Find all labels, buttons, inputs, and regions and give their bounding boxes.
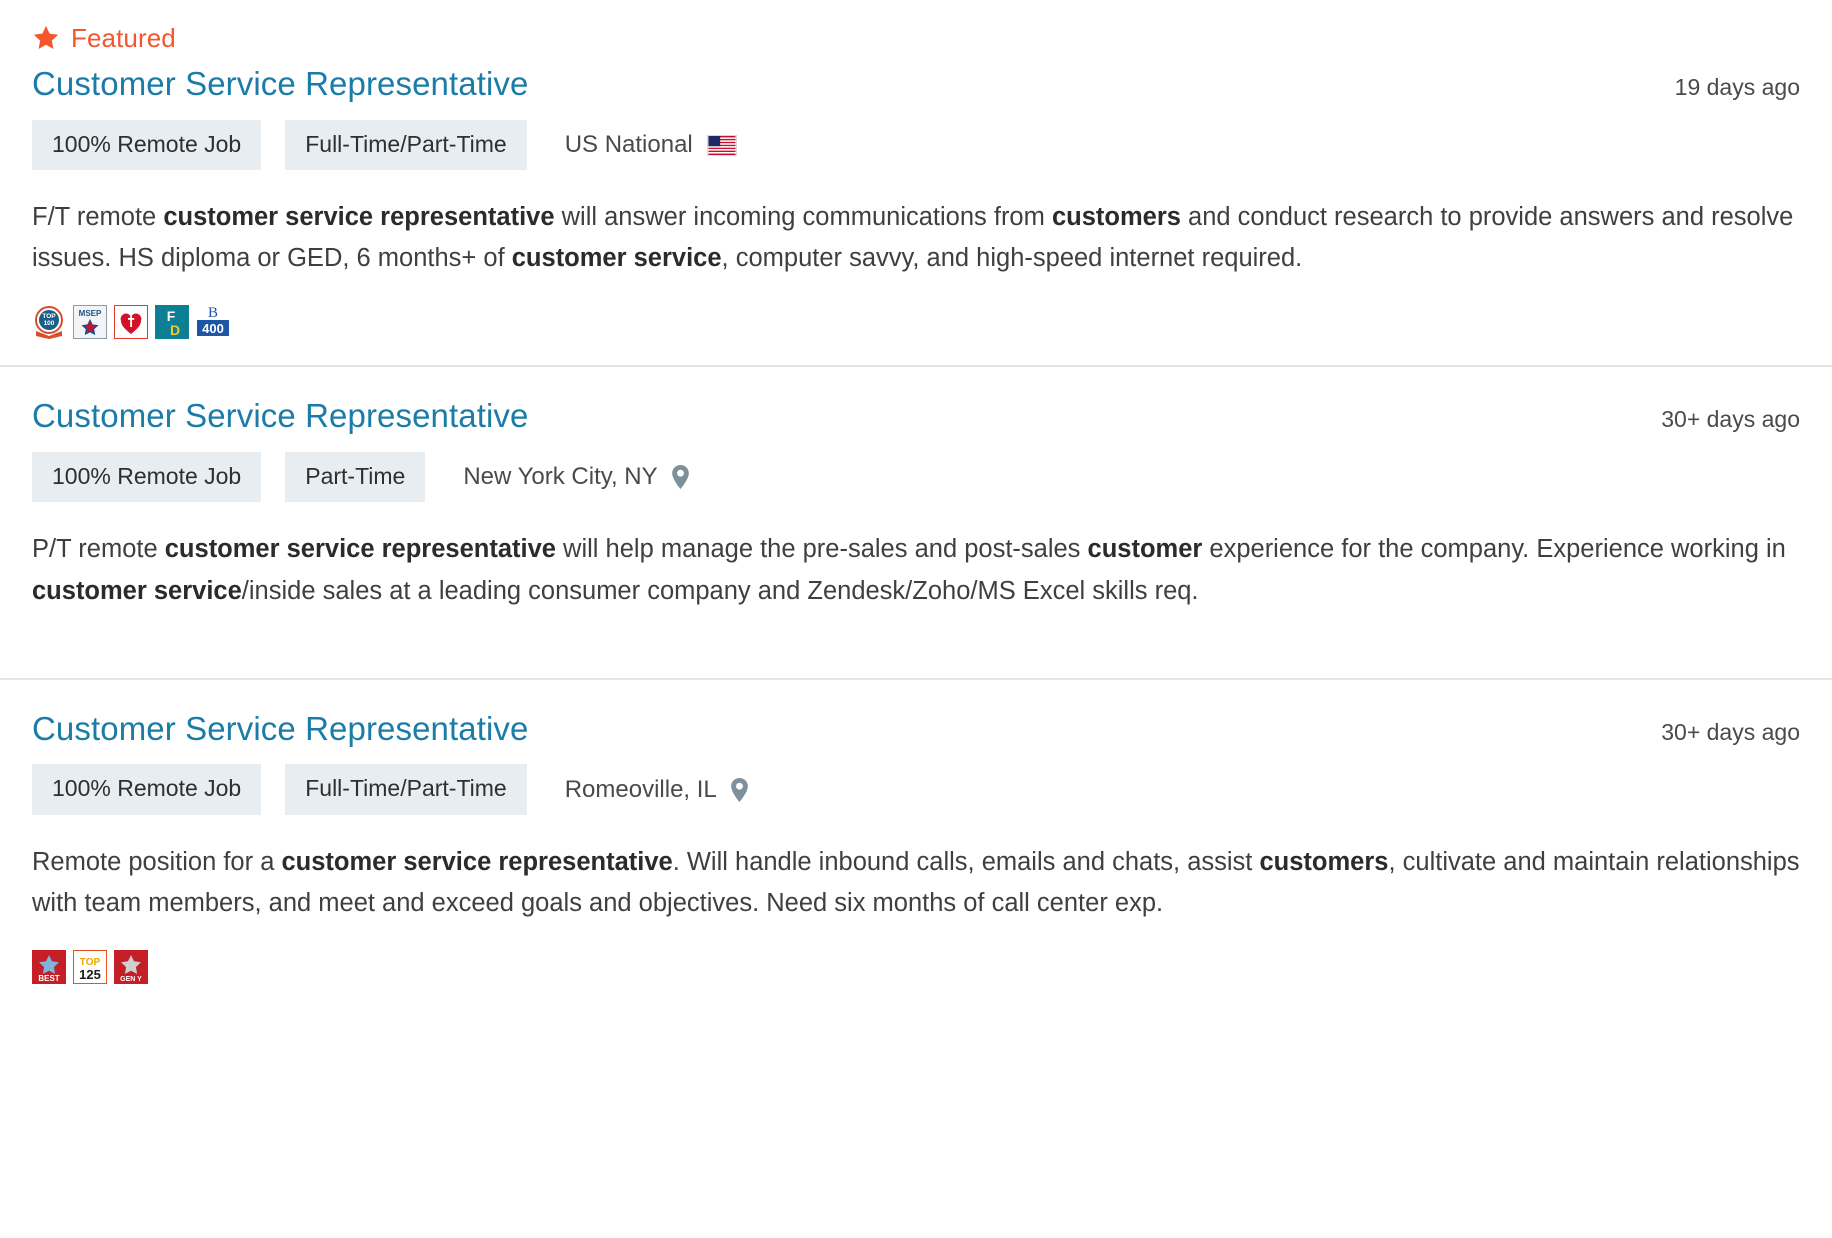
posted-date: 30+ days ago xyxy=(1661,718,1800,745)
job-tag[interactable]: Full-Time/Part-Time xyxy=(285,119,527,171)
svg-text:MSEP: MSEP xyxy=(79,309,102,318)
job-description-keyword: customer service representative xyxy=(281,847,673,876)
job-description-text: F/T remote xyxy=(32,203,164,232)
job-meta-row: 100% Remote Job Full-Time/Part-Time Romeov… xyxy=(32,764,1800,815)
award-badges-row: BEST TOP 125 GEN Y xyxy=(32,949,1800,1010)
job-tag[interactable]: Part-Time xyxy=(285,452,426,503)
job-tag[interactable]: Full-Time/Part-Time xyxy=(285,764,527,815)
job-title-link[interactable]: Customer Service Representative xyxy=(32,395,528,438)
job-location-label: US National xyxy=(564,131,693,159)
us-flag-icon xyxy=(706,134,737,156)
job-location-label: New York City, NY xyxy=(463,463,658,491)
job-description-text: . Will handle inbound calls, emails and … xyxy=(672,847,1260,876)
best-badge[interactable]: BEST xyxy=(32,949,66,984)
job-listing-card: Customer Service Representative 30+ days … xyxy=(0,679,1832,1010)
posted-date: 19 days ago xyxy=(1674,74,1800,100)
job-description-keyword: customer service representative xyxy=(163,203,555,232)
job-description-keyword: customers xyxy=(1259,847,1389,876)
job-description-keyword: customer service representative xyxy=(164,535,556,564)
job-location-label: Romeoville, IL xyxy=(564,775,717,803)
job-title-link[interactable]: Customer Service Representative xyxy=(32,63,528,106)
job-title-row: Customer Service Representative 30+ days … xyxy=(32,708,1800,751)
job-description-text: /inside sales at a leading consumer comp… xyxy=(241,576,1199,605)
job-meta-row: 100% Remote Job Full-Time/Part-Time US Nat… xyxy=(32,119,1800,171)
fortune-diversity-badge[interactable]: FD xyxy=(155,305,189,340)
svg-text:100: 100 xyxy=(44,320,55,327)
job-tag[interactable]: 100% Remote Job xyxy=(32,119,262,171)
svg-text:GEN Y: GEN Y xyxy=(120,976,142,983)
svg-text:125: 125 xyxy=(79,967,101,982)
svg-text:BEST: BEST xyxy=(38,974,59,983)
job-listing-card: Featured Customer Service Representative 1… xyxy=(0,0,1832,366)
job-description-text: P/T remote xyxy=(32,535,165,564)
job-description: P/T remote customer service representati… xyxy=(32,529,1800,652)
svg-text:D: D xyxy=(170,322,180,338)
job-listing-card: Customer Service Representative 30+ days … xyxy=(0,367,1832,653)
svg-text:400: 400 xyxy=(202,321,224,336)
top-125-badge[interactable]: TOP125 xyxy=(73,949,107,984)
job-description-text: , computer savvy, and high-speed interne… xyxy=(721,244,1303,273)
featured-banner: Featured xyxy=(32,22,1800,54)
job-description: Remote position for a customer service r… xyxy=(32,842,1800,925)
job-title-row: Customer Service Representative 19 days a… xyxy=(32,63,1800,106)
map-pin-icon xyxy=(671,465,689,490)
svg-text:TOP: TOP xyxy=(42,313,56,320)
job-results-list: Featured Customer Service Representative 1… xyxy=(0,0,1832,1010)
job-location: US National xyxy=(565,131,737,159)
job-description-keyword: customer xyxy=(1087,535,1203,564)
featured-label: Featured xyxy=(71,23,176,53)
american-heart-association-badge[interactable] xyxy=(114,305,148,340)
job-title-row: Customer Service Representative 30+ days … xyxy=(32,395,1800,438)
top-100-badge[interactable]: TOP100 xyxy=(32,305,66,340)
job-description-keyword: customer service xyxy=(32,576,242,605)
gen-y-badge[interactable]: GEN Y xyxy=(114,949,148,984)
award-badges-row: TOP 100 MSEP F D B 400 xyxy=(32,301,1800,365)
b-400-badge[interactable]: B400 xyxy=(196,301,230,340)
star-icon xyxy=(33,25,59,49)
job-description-text: will answer incoming communications from xyxy=(554,203,1052,232)
job-description-keyword: customer service xyxy=(511,244,722,273)
job-description-text: Remote position for a xyxy=(32,847,282,876)
svg-text:B: B xyxy=(208,305,218,321)
job-description-text: experience for the company. Experience w… xyxy=(1202,535,1786,564)
job-tag[interactable]: 100% Remote Job xyxy=(32,764,262,815)
msep-badge[interactable]: MSEP xyxy=(73,305,107,340)
map-pin-icon xyxy=(730,777,748,802)
job-title-link[interactable]: Customer Service Representative xyxy=(32,708,528,751)
job-location: Romeoville, IL xyxy=(565,776,748,804)
job-description-text: will help manage the pre-sales and post-… xyxy=(555,535,1088,564)
job-description: F/T remote customer service representati… xyxy=(32,197,1800,280)
job-meta-row: 100% Remote Job Part-Time New York City, N… xyxy=(32,452,1800,503)
posted-date: 30+ days ago xyxy=(1661,406,1800,433)
job-description-keyword: customers xyxy=(1051,203,1181,232)
job-location: New York City, NY xyxy=(463,463,689,491)
job-tag[interactable]: 100% Remote Job xyxy=(32,452,262,503)
